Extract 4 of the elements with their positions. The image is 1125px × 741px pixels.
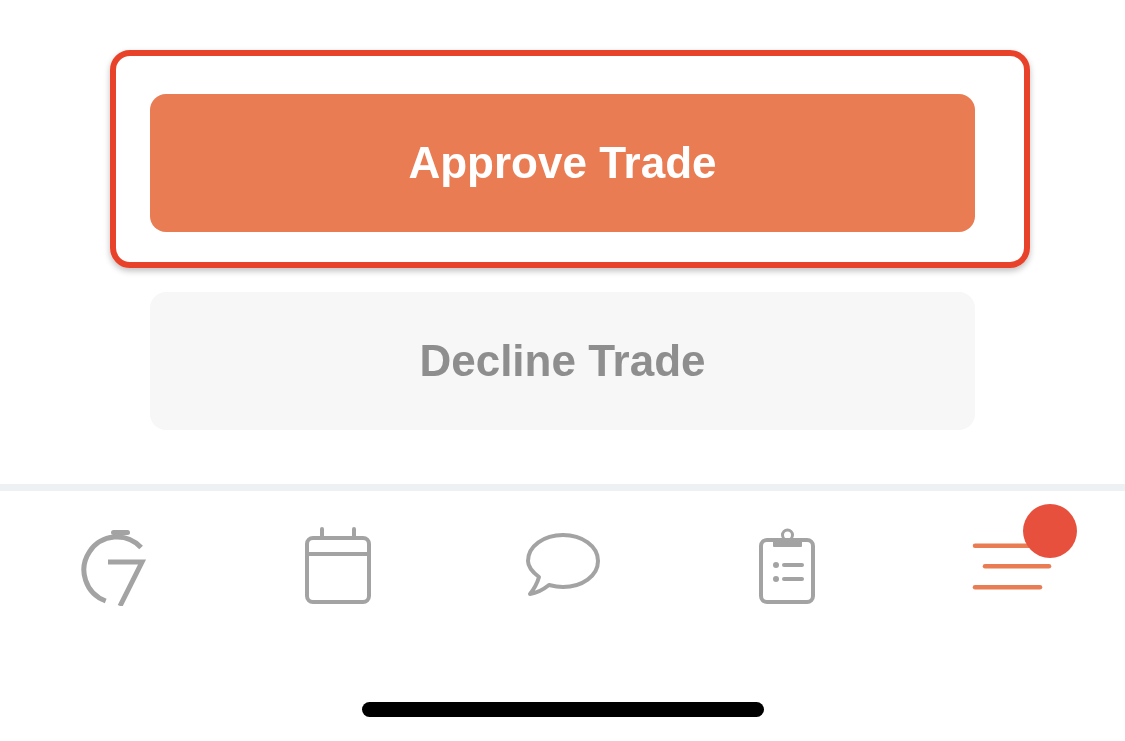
secondary-button[interactable]: Decline Trade xyxy=(150,292,975,430)
calendar-icon xyxy=(303,526,372,606)
menu-icon xyxy=(971,541,1054,591)
primary-button[interactable]: Approve Trade xyxy=(150,94,975,232)
